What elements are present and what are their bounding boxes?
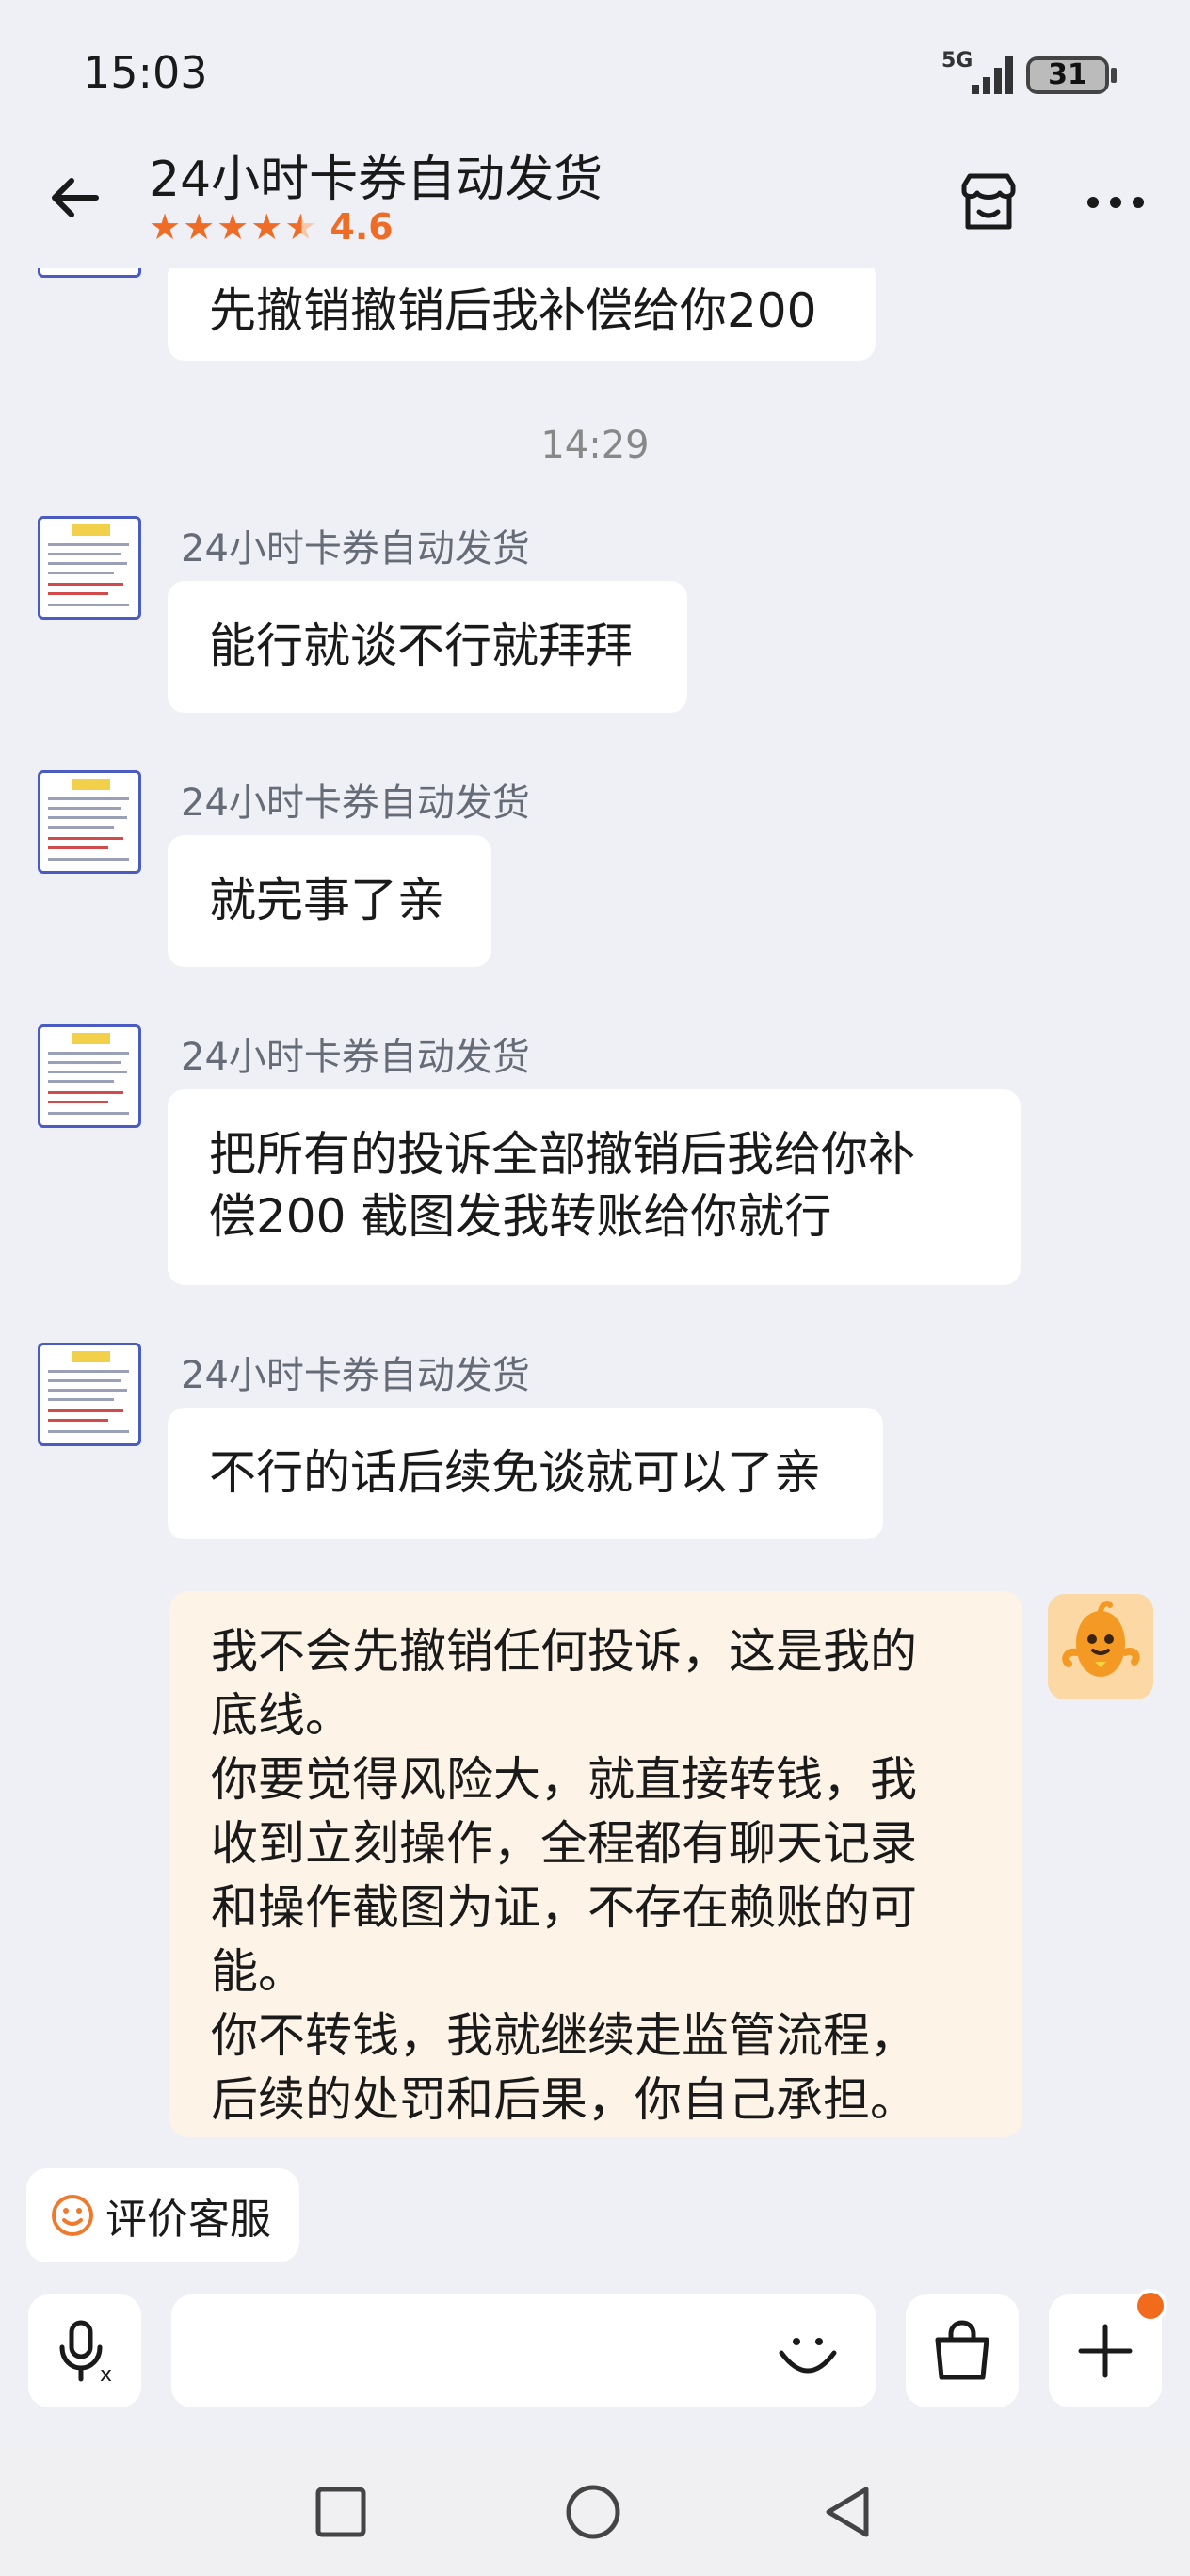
message-text-line: 你要觉得风险大，就直接转钱，我 <box>211 1752 917 1807</box>
home-button[interactable] <box>559 2478 627 2546</box>
store-button[interactable] <box>946 160 1031 245</box>
message-text-line: 底线。 <box>211 1688 352 1743</box>
notification-dot <box>1134 2289 1167 2323</box>
shop-rating: ★ ★ ★ ★ ★ 4.6 <box>149 203 394 250</box>
voice-button[interactable]: x <box>28 2294 141 2407</box>
more-icon <box>1087 197 1144 208</box>
mascot-icon <box>1048 1594 1153 1699</box>
shop-avatar[interactable] <box>38 268 141 278</box>
emoji-icon <box>779 2338 837 2374</box>
battery-icon: 31 <box>1026 56 1109 94</box>
cart-button[interactable] <box>906 2294 1019 2407</box>
my-avatar[interactable] <box>1048 1594 1153 1699</box>
star-icon: ★ <box>250 206 283 248</box>
shop-avatar[interactable] <box>38 770 141 874</box>
message-text-line: 把所有的投诉全部撤销后我给你补 <box>209 1127 915 1182</box>
emoji-button[interactable] <box>768 2311 847 2391</box>
rating-value: 4.6 <box>330 206 394 248</box>
message-bubble[interactable]: 不行的话后续免谈就可以了亲 <box>168 1408 883 1539</box>
half-star-icon: ★ <box>284 206 317 248</box>
network-type: 5G <box>941 49 973 72</box>
message-input[interactable] <box>171 2294 876 2407</box>
message-text: 先撤销撤销后我补偿给你200 <box>209 283 817 338</box>
circle-icon <box>566 2485 620 2539</box>
my-message-bubble[interactable]: 我不会先撤销任何投诉，这是我的 底线。 你要觉得风险大，就直接转钱，我 收到立刻… <box>169 1591 1022 2137</box>
shopping-bag-icon <box>935 2320 989 2380</box>
rate-service-label: 评价客服 <box>105 2196 271 2244</box>
message-text-line: 后续的处罚和后果，你自己承担。 <box>211 2072 917 2127</box>
message-text-line: 我不会先撤销任何投诉，这是我的 <box>211 1624 917 1679</box>
battery-cap <box>1111 68 1117 83</box>
more-button[interactable] <box>1073 160 1158 245</box>
back-button[interactable] <box>38 160 113 235</box>
star-icon: ★ <box>217 206 249 248</box>
message-text-line: 和操作截图为证，不存在赖账的可 <box>211 1880 917 1935</box>
shop-avatar[interactable] <box>38 516 141 620</box>
message-bubble[interactable]: 就完事了亲 <box>168 835 491 967</box>
shop-avatar[interactable] <box>38 1343 141 1446</box>
back-arrow-icon <box>52 178 99 217</box>
chat-header: 24小时卡券自动发货 ★ ★ ★ ★ ★ 4.6 <box>0 132 1190 273</box>
rate-service-button[interactable]: 评价客服 <box>26 2168 299 2262</box>
sender-name: 24小时卡券自动发货 <box>181 527 530 571</box>
system-nav-bar <box>0 2448 1190 2576</box>
status-bar: 15:03 5G 31 <box>0 0 1190 141</box>
star-icon: ★ <box>149 206 182 248</box>
svg-text:x: x <box>100 2363 112 2385</box>
battery-level: 31 <box>1030 60 1105 90</box>
message-text-line: 收到立刻操作，全程都有聊天记录 <box>211 1816 917 1871</box>
triangle-back-icon <box>826 2487 869 2537</box>
back-nav-button[interactable] <box>813 2478 881 2546</box>
message-text: 能行就谈不行就拜拜 <box>209 619 633 673</box>
add-button[interactable] <box>1049 2289 1167 2407</box>
signal-icon <box>972 56 1013 94</box>
sender-name: 24小时卡券自动发货 <box>181 1354 530 1397</box>
message-bubble[interactable]: 能行就谈不行就拜拜 <box>168 581 687 713</box>
square-icon <box>315 2487 366 2537</box>
message-text-line: 你不转钱，我就继续走监管流程， <box>211 2008 917 2063</box>
message-bubble[interactable]: 把所有的投诉全部撤销后我给你补 偿200 截图发我转账给你就行 <box>168 1089 1021 1285</box>
recents-button[interactable] <box>307 2478 375 2546</box>
smile-icon <box>52 2195 93 2236</box>
time-separator: 14:29 <box>540 424 650 467</box>
message-text-line: 能。 <box>211 1944 305 1999</box>
sender-name: 24小时卡券自动发货 <box>181 1036 530 1079</box>
voice-translate-icon: x <box>59 2320 112 2385</box>
message-text: 就完事了亲 <box>209 873 444 927</box>
message-text: 不行的话后续免谈就可以了亲 <box>209 1445 821 1500</box>
status-time: 15:03 <box>83 47 208 98</box>
star-icon: ★ <box>183 206 216 248</box>
plus-icon <box>1078 2324 1133 2378</box>
sender-name: 24小时卡券自动发货 <box>181 781 530 825</box>
rating-stars: ★ ★ ★ ★ ★ <box>149 209 316 245</box>
store-icon <box>961 173 1016 230</box>
shop-avatar[interactable] <box>38 1024 141 1128</box>
shop-title[interactable]: 24小时卡券自动发货 <box>149 139 603 210</box>
message-bubble[interactable]: 先撤销撤销后我补偿给你200 <box>168 268 876 361</box>
message-text-line: 偿200 截图发我转账给你就行 <box>209 1189 832 1244</box>
